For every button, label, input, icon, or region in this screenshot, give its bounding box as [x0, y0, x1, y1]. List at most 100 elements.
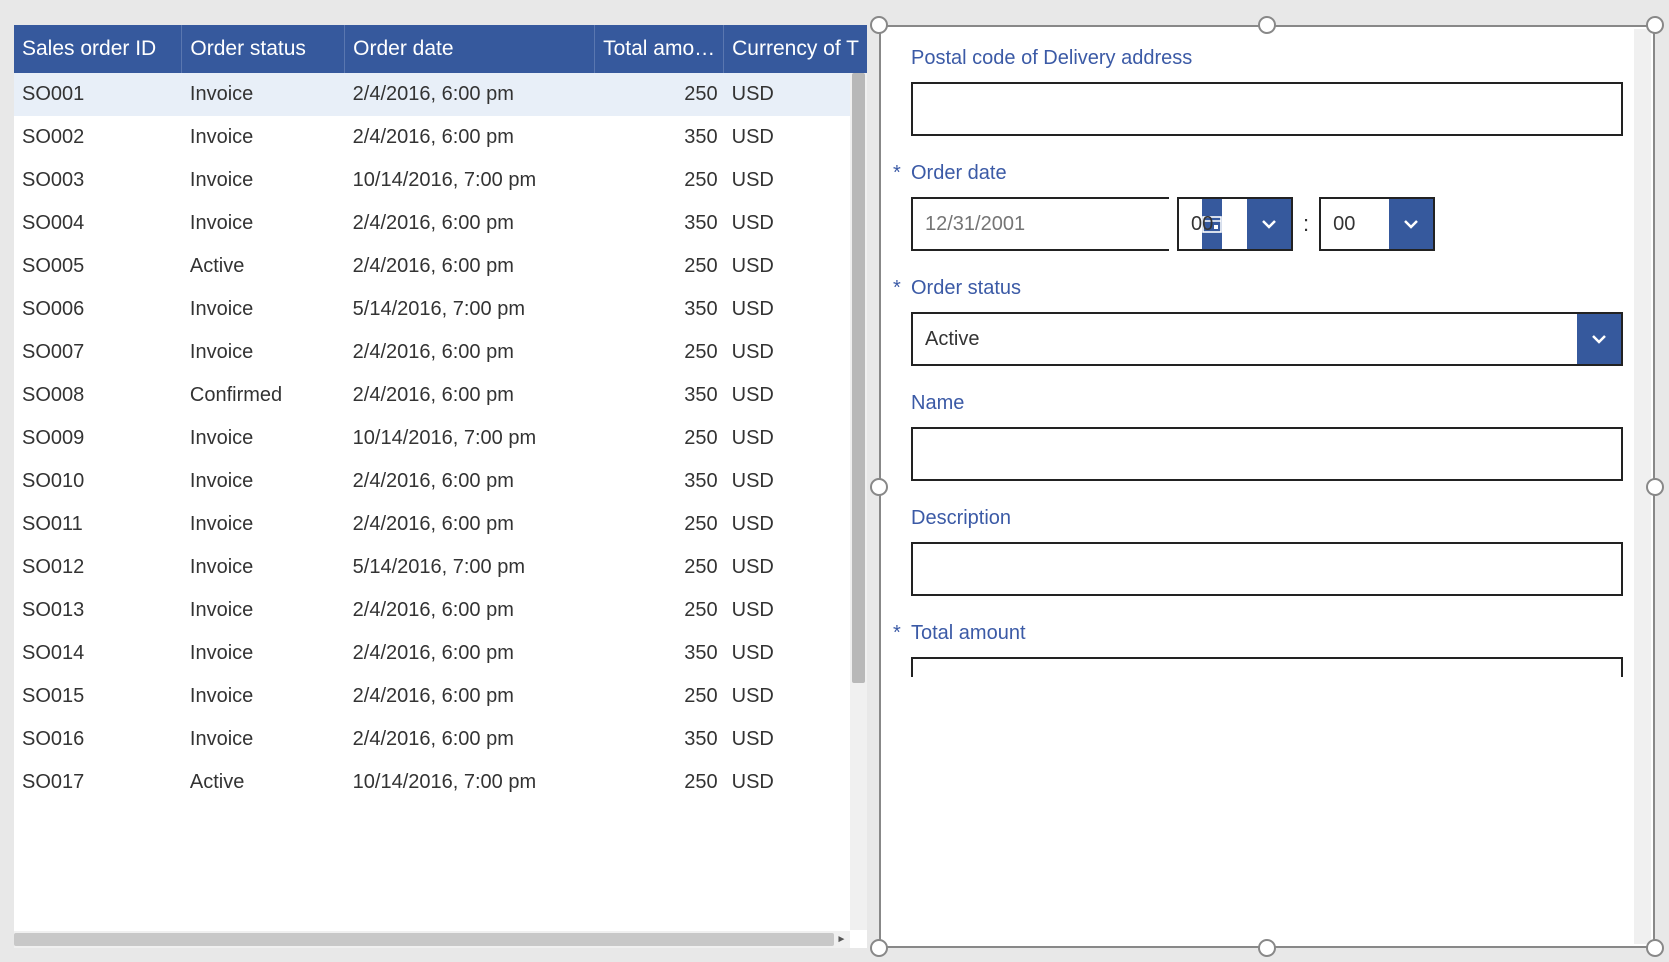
resize-handle[interactable] [1258, 939, 1276, 957]
resize-handle[interactable] [1646, 16, 1664, 34]
required-mark: * [893, 162, 911, 185]
cell-id: SO013 [14, 589, 182, 632]
label-description: Description [911, 507, 1011, 530]
cell-id: SO007 [14, 331, 182, 374]
cell-currency: USD [724, 245, 867, 288]
form-panel[interactable]: Postal code of Delivery address * Order … [879, 25, 1655, 948]
date-picker [911, 197, 1169, 251]
hour-dropdown-button[interactable] [1247, 199, 1291, 249]
scroll-right-arrow-icon[interactable]: ► [833, 931, 850, 948]
cell-id: SO008 [14, 374, 182, 417]
resize-handle[interactable] [870, 16, 888, 34]
minute-dropdown-button[interactable] [1389, 199, 1433, 249]
table-row[interactable]: SO014Invoice2/4/2016, 6:00 pm350USD [14, 632, 867, 675]
cell-status: Invoice [182, 546, 345, 589]
col-header-id[interactable]: Sales order ID [14, 25, 182, 73]
required-mark: * [893, 622, 911, 645]
label-postal: Postal code of Delivery address [911, 47, 1192, 70]
cell-amount: 350 [595, 288, 724, 331]
table-row[interactable]: SO003Invoice10/14/2016, 7:00 pm250USD [14, 159, 867, 202]
grid-vertical-scrollbar-thumb[interactable] [852, 73, 865, 683]
cell-date: 10/14/2016, 7:00 pm [345, 761, 595, 804]
table-row[interactable]: SO007Invoice2/4/2016, 6:00 pm250USD [14, 331, 867, 374]
cell-status: Invoice [182, 159, 345, 202]
table-row[interactable]: SO017Active10/14/2016, 7:00 pm250USD [14, 761, 867, 804]
cell-id: SO011 [14, 503, 182, 546]
cell-amount: 350 [595, 116, 724, 159]
chevron-down-icon [1589, 329, 1609, 349]
table-row[interactable]: SO013Invoice2/4/2016, 6:00 pm250USD [14, 589, 867, 632]
table-row[interactable]: SO011Invoice2/4/2016, 6:00 pm250USD [14, 503, 867, 546]
cell-amount: 250 [595, 245, 724, 288]
table-row[interactable]: SO012Invoice5/14/2016, 7:00 pm250USD [14, 546, 867, 589]
label-total: Total amount [911, 622, 1026, 645]
resize-handle[interactable] [1646, 478, 1664, 496]
cell-currency: USD [724, 589, 867, 632]
input-description[interactable] [911, 542, 1623, 596]
resize-handle[interactable] [1258, 16, 1276, 34]
cell-status: Invoice [182, 632, 345, 675]
table-row[interactable]: SO006Invoice5/14/2016, 7:00 pm350USD [14, 288, 867, 331]
cell-date: 2/4/2016, 6:00 pm [345, 589, 595, 632]
cell-date: 10/14/2016, 7:00 pm [345, 159, 595, 202]
hour-select[interactable]: 00 [1177, 197, 1293, 251]
grid-vertical-scrollbar[interactable] [850, 73, 867, 930]
grid-horizontal-scrollbar[interactable]: ◄ ► [14, 931, 850, 948]
hour-value: 00 [1179, 199, 1247, 249]
cell-currency: USD [724, 159, 867, 202]
cell-date: 2/4/2016, 6:00 pm [345, 503, 595, 546]
status-dropdown-button[interactable] [1577, 314, 1621, 364]
resize-handle[interactable] [870, 478, 888, 496]
cell-date: 2/4/2016, 6:00 pm [345, 632, 595, 675]
cell-date: 2/4/2016, 6:00 pm [345, 73, 595, 116]
cell-date: 2/4/2016, 6:00 pm [345, 331, 595, 374]
table-row[interactable]: SO001Invoice2/4/2016, 6:00 pm250USD [14, 73, 867, 116]
label-name: Name [911, 392, 964, 415]
table-row[interactable]: SO004Invoice2/4/2016, 6:00 pm350USD [14, 202, 867, 245]
resize-handle[interactable] [870, 939, 888, 957]
col-header-date[interactable]: Order date [345, 25, 595, 73]
orders-grid-panel: Sales order ID Order status Order date T… [14, 25, 867, 948]
cell-status: Invoice [182, 331, 345, 374]
table-row[interactable]: SO010Invoice2/4/2016, 6:00 pm350USD [14, 460, 867, 503]
input-total[interactable] [911, 657, 1623, 677]
grid-horizontal-scrollbar-thumb[interactable] [14, 933, 834, 946]
cell-date: 2/4/2016, 6:00 pm [345, 116, 595, 159]
cell-date: 2/4/2016, 6:00 pm [345, 245, 595, 288]
cell-currency: USD [724, 417, 867, 460]
orders-table-header-row: Sales order ID Order status Order date T… [14, 25, 867, 73]
table-row[interactable]: SO008Confirmed2/4/2016, 6:00 pm350USD [14, 374, 867, 417]
input-order-date[interactable] [913, 199, 1202, 249]
minute-select[interactable]: 00 [1319, 197, 1435, 251]
cell-amount: 250 [595, 761, 724, 804]
input-name[interactable] [911, 427, 1623, 481]
col-header-status[interactable]: Order status [182, 25, 345, 73]
field-order-date: * Order date 00 [911, 162, 1623, 251]
cell-amount: 350 [595, 718, 724, 761]
cell-status: Active [182, 245, 345, 288]
cell-status: Invoice [182, 116, 345, 159]
col-header-amount[interactable]: Total amo… [595, 25, 724, 73]
table-row[interactable]: SO002Invoice2/4/2016, 6:00 pm350USD [14, 116, 867, 159]
cell-amount: 350 [595, 202, 724, 245]
chevron-down-icon [1401, 214, 1421, 234]
label-order-date: Order date [911, 162, 1007, 185]
table-row[interactable]: SO015Invoice2/4/2016, 6:00 pm250USD [14, 675, 867, 718]
input-postal[interactable] [911, 82, 1623, 136]
orders-table: Sales order ID Order status Order date T… [14, 25, 867, 804]
table-row[interactable]: SO009Invoice10/14/2016, 7:00 pm250USD [14, 417, 867, 460]
cell-id: SO017 [14, 761, 182, 804]
field-order-status: * Order status Active [911, 277, 1623, 366]
cell-date: 5/14/2016, 7:00 pm [345, 546, 595, 589]
status-select[interactable]: Active [911, 312, 1623, 366]
cell-currency: USD [724, 503, 867, 546]
table-row[interactable]: SO005Active2/4/2016, 6:00 pm250USD [14, 245, 867, 288]
orders-table-wrap: Sales order ID Order status Order date T… [14, 25, 867, 948]
minute-value: 00 [1321, 199, 1389, 249]
chevron-down-icon [1259, 214, 1279, 234]
cell-currency: USD [724, 632, 867, 675]
cell-status: Invoice [182, 589, 345, 632]
col-header-currency[interactable]: Currency of T [724, 25, 867, 73]
table-row[interactable]: SO016Invoice2/4/2016, 6:00 pm350USD [14, 718, 867, 761]
resize-handle[interactable] [1646, 939, 1664, 957]
